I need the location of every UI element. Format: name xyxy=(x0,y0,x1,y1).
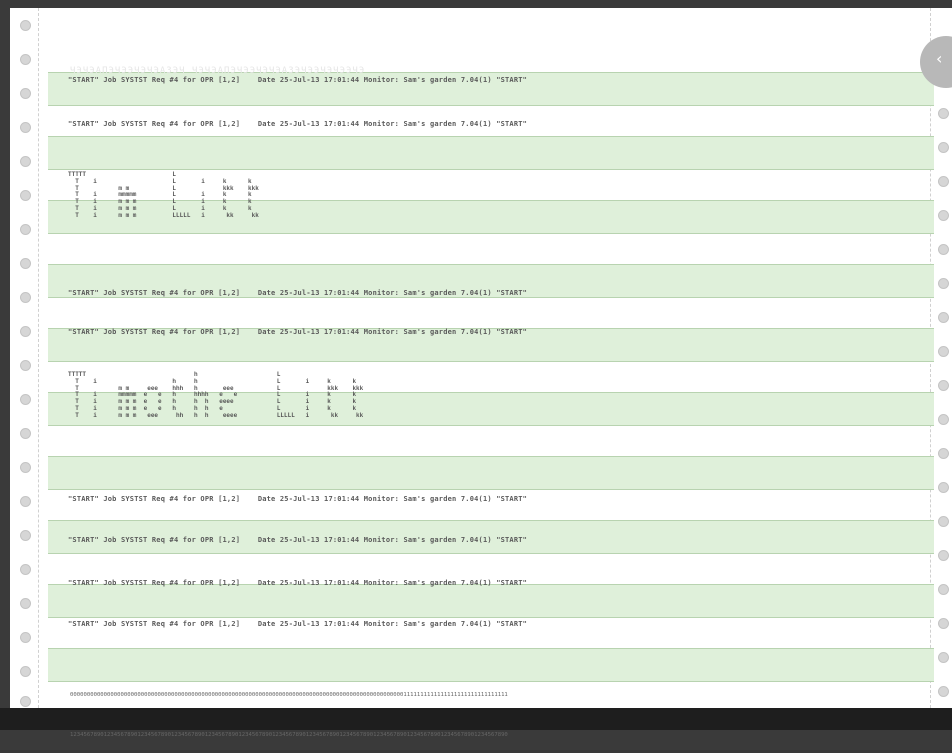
feed-hole xyxy=(20,360,31,371)
feed-hole xyxy=(938,414,949,425)
feed-hole xyxy=(938,380,949,391)
feed-hole xyxy=(20,394,31,405)
printout-sheet: ЧЭЧЭАПЭЧЭЭЧЭЧЭАЗЭЧ ЧЭЧЭАПЭЧЭЭЧЭЧЭАЗЭЧЭЭЧ… xyxy=(10,8,952,738)
ruler-row-hundreds: 0000000000000000000000000000000000000000… xyxy=(70,691,508,698)
bottom-frame xyxy=(0,708,952,730)
green-band xyxy=(48,584,934,618)
chevron-icon: ‹ xyxy=(936,49,943,68)
feed-hole xyxy=(938,244,949,255)
feed-hole xyxy=(938,686,949,697)
feed-hole xyxy=(20,496,31,507)
feed-hole xyxy=(20,564,31,575)
job-header-line: "START" Job SYSTST Req #4 for OPR [1,2] … xyxy=(68,495,528,503)
banner-block-timlik: TTTTT L T i L i k k T m m L kkk kkk T i … xyxy=(68,171,259,219)
feed-hole xyxy=(20,54,31,65)
feed-hole xyxy=(20,224,31,235)
feed-hole xyxy=(938,448,949,459)
feed-hole xyxy=(20,20,31,31)
feed-hole xyxy=(20,258,31,269)
tractor-feed-left xyxy=(18,8,32,708)
feed-hole xyxy=(20,326,31,337)
green-band xyxy=(48,456,934,490)
job-header-line: "START" Job SYSTST Req #4 for OPR [1,2] … xyxy=(68,289,528,297)
feed-hole xyxy=(20,632,31,643)
feed-hole xyxy=(20,190,31,201)
feed-hole xyxy=(938,176,949,187)
feed-hole xyxy=(20,122,31,133)
feed-hole xyxy=(938,142,949,153)
feed-hole xyxy=(938,210,949,221)
perforation-left xyxy=(38,8,40,708)
feed-hole xyxy=(938,346,949,357)
greenbar-bands xyxy=(48,8,934,708)
feed-hole xyxy=(938,516,949,527)
feed-hole xyxy=(20,156,31,167)
feed-hole xyxy=(938,482,949,493)
green-band xyxy=(48,648,934,682)
feed-hole xyxy=(938,652,949,663)
feed-hole xyxy=(20,666,31,677)
feed-hole xyxy=(938,108,949,119)
feed-hole xyxy=(20,428,31,439)
green-band xyxy=(48,136,934,170)
tractor-feed-right xyxy=(936,8,950,708)
feed-hole xyxy=(938,278,949,289)
job-header-line: "START" Job SYSTST Req #4 for OPR [1,2] … xyxy=(68,328,528,336)
banner-block-timehelik: TTTTT h L T i h h L i k k T m m eee hhh … xyxy=(68,371,364,419)
feed-hole xyxy=(20,696,31,707)
job-header-line: "START" Job SYSTST Req #4 for OPR [1,2] … xyxy=(68,620,528,628)
feed-hole xyxy=(20,462,31,473)
feed-hole xyxy=(20,598,31,609)
job-header-line: "START" Job SYSTST Req #4 for OPR [1,2] … xyxy=(68,536,528,544)
feed-hole xyxy=(20,88,31,99)
feed-hole xyxy=(938,618,949,629)
feed-hole xyxy=(938,550,949,561)
job-header-line: "START" Job SYSTST Req #4 for OPR [1,2] … xyxy=(68,579,528,587)
job-header-line: "START" Job SYSTST Req #4 for OPR [1,2] … xyxy=(68,120,528,128)
show-through-text: ЧЭЧЭАПЭЧЭЭЧЭЧЭАЗЭЧ ЧЭЧЭАПЭЧЭЭЧЭЧЭАЗЭЧЭЭЧ… xyxy=(70,66,366,76)
ruler-row-units: 1234567890123456789012345678901234567890… xyxy=(70,732,508,739)
feed-hole xyxy=(938,584,949,595)
feed-hole xyxy=(938,312,949,323)
job-header-line: "START" Job SYSTST Req #4 for OPR [1,2] … xyxy=(68,76,528,84)
feed-hole xyxy=(20,292,31,303)
feed-hole xyxy=(20,530,31,541)
